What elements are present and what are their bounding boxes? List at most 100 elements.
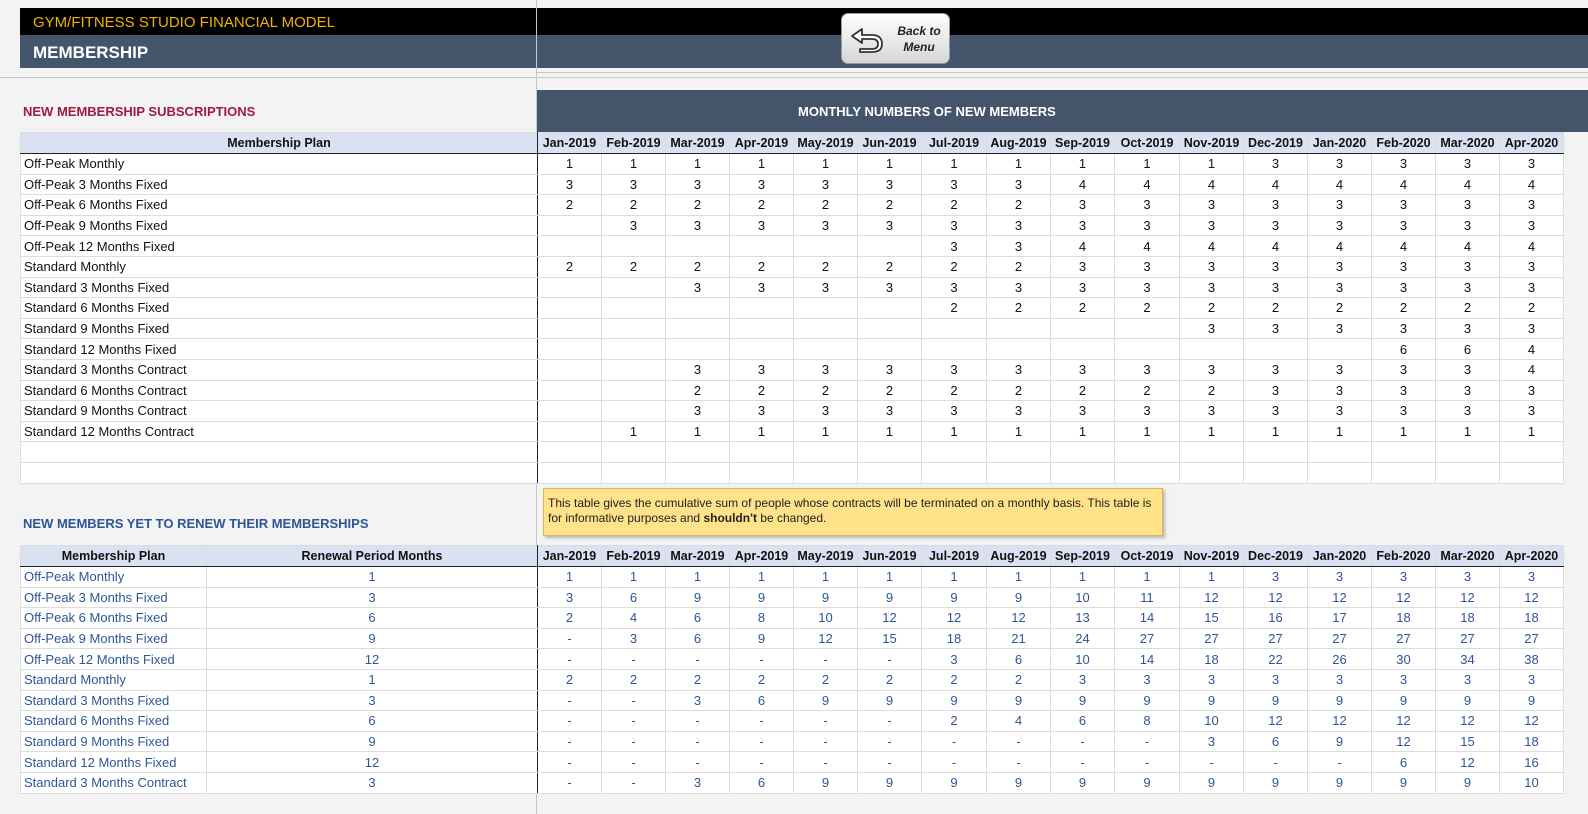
value-cell[interactable] xyxy=(601,235,666,257)
value-cell[interactable] xyxy=(601,317,666,340)
value-cell[interactable]: 2 xyxy=(1050,297,1115,319)
value-cell[interactable]: 1 xyxy=(1499,420,1564,443)
value-cell[interactable]: 3 xyxy=(1243,276,1308,299)
value-cell[interactable]: 2 xyxy=(857,255,922,278)
value-cell[interactable]: 3 xyxy=(1435,194,1500,216)
value-cell[interactable]: 2 xyxy=(665,194,730,216)
value-cell[interactable]: 3 xyxy=(793,173,858,196)
value-cell[interactable]: 3 xyxy=(1179,400,1244,422)
value-cell[interactable]: 2 xyxy=(729,194,794,216)
value-cell[interactable] xyxy=(1243,461,1308,484)
value-cell[interactable] xyxy=(793,338,858,360)
value-cell[interactable]: 4 xyxy=(1179,173,1244,196)
value-cell[interactable]: 3 xyxy=(1179,255,1244,278)
value-cell[interactable]: 3 xyxy=(1371,153,1436,175)
value-cell[interactable]: 3 xyxy=(986,400,1051,422)
value-cell[interactable] xyxy=(601,441,666,463)
value-cell[interactable]: 1 xyxy=(857,420,922,443)
value-cell[interactable]: 2 xyxy=(986,297,1051,319)
value-cell[interactable]: 3 xyxy=(1050,400,1115,422)
value-cell[interactable]: 1 xyxy=(1179,420,1244,443)
value-cell[interactable]: 3 xyxy=(1179,358,1244,381)
value-cell[interactable]: 3 xyxy=(665,358,730,381)
value-cell[interactable] xyxy=(665,441,730,463)
value-cell[interactable]: 3 xyxy=(1243,358,1308,381)
value-cell[interactable]: 3 xyxy=(1307,317,1372,340)
value-cell[interactable]: 1 xyxy=(793,420,858,443)
value-cell[interactable] xyxy=(793,297,858,319)
value-cell[interactable]: 3 xyxy=(1050,276,1115,299)
value-cell[interactable] xyxy=(1114,441,1180,463)
value-cell[interactable]: 3 xyxy=(1307,379,1372,402)
value-cell[interactable] xyxy=(857,338,922,360)
value-cell[interactable]: 1 xyxy=(1050,153,1115,175)
value-cell[interactable]: 1 xyxy=(1435,420,1500,443)
value-cell[interactable]: 2 xyxy=(921,379,987,402)
value-cell[interactable]: 2 xyxy=(601,194,666,216)
value-cell[interactable]: 2 xyxy=(921,297,987,319)
value-cell[interactable] xyxy=(1050,338,1115,360)
value-cell[interactable]: 1 xyxy=(1179,153,1244,175)
value-cell[interactable]: 2 xyxy=(793,379,858,402)
value-cell[interactable]: 3 xyxy=(537,173,602,196)
value-cell[interactable]: 1 xyxy=(601,420,666,443)
value-cell[interactable]: 4 xyxy=(1371,235,1436,257)
value-cell[interactable]: 3 xyxy=(1243,214,1308,237)
value-cell[interactable] xyxy=(537,214,602,237)
value-cell[interactable]: 3 xyxy=(1371,317,1436,340)
value-cell[interactable] xyxy=(537,400,602,422)
value-cell[interactable]: 3 xyxy=(1499,317,1564,340)
value-cell[interactable]: 2 xyxy=(1243,297,1308,319)
value-cell[interactable] xyxy=(857,317,922,340)
value-cell[interactable]: 3 xyxy=(1435,400,1500,422)
value-cell[interactable]: 1 xyxy=(537,153,602,175)
value-cell[interactable]: 2 xyxy=(857,194,922,216)
value-cell[interactable]: 3 xyxy=(1179,214,1244,237)
value-cell[interactable]: 2 xyxy=(1371,297,1436,319)
value-cell[interactable]: 2 xyxy=(665,379,730,402)
value-cell[interactable]: 3 xyxy=(729,214,794,237)
value-cell[interactable]: 3 xyxy=(1179,317,1244,340)
value-cell[interactable] xyxy=(1243,338,1308,360)
value-cell[interactable] xyxy=(1499,461,1564,484)
value-cell[interactable]: 4 xyxy=(1179,235,1244,257)
value-cell[interactable] xyxy=(601,400,666,422)
value-cell[interactable]: 1 xyxy=(1371,420,1436,443)
value-cell[interactable]: 3 xyxy=(1371,214,1436,237)
value-cell[interactable]: 3 xyxy=(1371,194,1436,216)
value-cell[interactable] xyxy=(986,317,1051,340)
value-cell[interactable]: 3 xyxy=(1114,194,1180,216)
value-cell[interactable]: 1 xyxy=(857,153,922,175)
value-cell[interactable] xyxy=(537,317,602,340)
value-cell[interactable]: 3 xyxy=(1243,317,1308,340)
value-cell[interactable]: 2 xyxy=(1114,379,1180,402)
value-cell[interactable]: 2 xyxy=(1499,297,1564,319)
value-cell[interactable]: 3 xyxy=(1114,214,1180,237)
value-cell[interactable]: 3 xyxy=(1050,255,1115,278)
value-cell[interactable]: 1 xyxy=(1114,420,1180,443)
value-cell[interactable] xyxy=(857,235,922,257)
value-cell[interactable]: 3 xyxy=(1499,400,1564,422)
value-cell[interactable]: 1 xyxy=(921,420,987,443)
value-cell[interactable]: 3 xyxy=(1435,214,1500,237)
value-cell[interactable]: 3 xyxy=(1435,153,1500,175)
value-cell[interactable]: 3 xyxy=(793,214,858,237)
value-cell[interactable]: 2 xyxy=(793,255,858,278)
value-cell[interactable]: 3 xyxy=(665,173,730,196)
value-cell[interactable]: 2 xyxy=(665,255,730,278)
value-cell[interactable] xyxy=(1435,441,1500,463)
value-cell[interactable] xyxy=(601,379,666,402)
value-cell[interactable]: 6 xyxy=(1435,338,1500,360)
value-cell[interactable] xyxy=(729,317,794,340)
value-cell[interactable]: 3 xyxy=(665,276,730,299)
value-cell[interactable] xyxy=(1243,441,1308,463)
value-cell[interactable]: 3 xyxy=(665,400,730,422)
value-cell[interactable]: 3 xyxy=(1371,358,1436,381)
value-cell[interactable]: 3 xyxy=(1435,358,1500,381)
value-cell[interactable]: 3 xyxy=(921,276,987,299)
value-cell[interactable]: 1 xyxy=(729,153,794,175)
value-cell[interactable]: 4 xyxy=(1499,358,1564,381)
value-cell[interactable]: 3 xyxy=(1050,358,1115,381)
value-cell[interactable]: 1 xyxy=(729,420,794,443)
value-cell[interactable] xyxy=(601,358,666,381)
